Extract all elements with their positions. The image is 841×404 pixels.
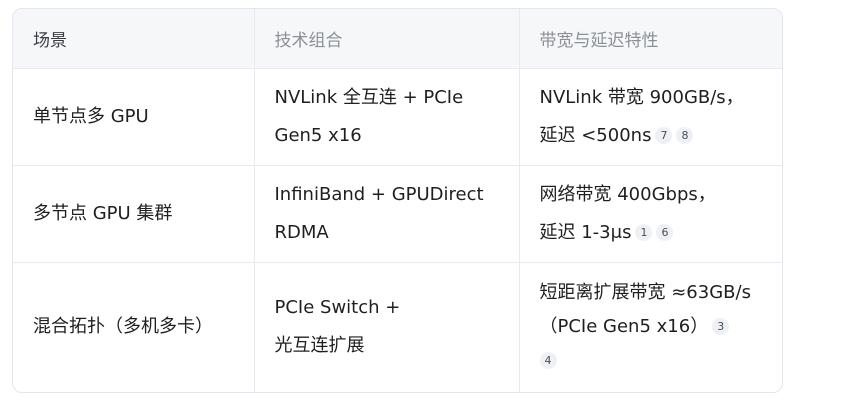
cell-scenario: 单节点多 GPU	[13, 68, 255, 166]
tech-line: PCIe Switch +	[274, 297, 401, 319]
header-row: 场景 技术组合 带宽与延迟特性	[13, 9, 782, 69]
citation-badge[interactable]: 1	[635, 223, 653, 241]
bandwidth-text: 延迟 <500ns	[539, 124, 652, 146]
header-scenario: 场景	[13, 9, 255, 69]
tech-line: 光互连扩展	[274, 335, 365, 357]
bandwidth-line: （PCIe Gen5 x16） 3	[540, 310, 765, 344]
comparison-table: 场景 技术组合 带宽与延迟特性 单节点多 GPU NVLink 全互连 + PC…	[12, 8, 783, 393]
scenario-text: 单节点多 GPU	[33, 105, 149, 127]
tech-line: NVLink 全互连 + PCIe	[274, 86, 464, 108]
scenario-text: 多节点 GPU 集群	[33, 202, 173, 224]
bandwidth-line: 网络带宽 400Gbps，	[539, 183, 716, 205]
table-header: 场景 技术组合 带宽与延迟特性	[13, 9, 782, 69]
bandwidth-text: （PCIe Gen5 x16）	[539, 316, 709, 338]
citation-badge[interactable]: 8	[676, 126, 694, 144]
cell-bandwidth: NVLink 带宽 900GB/s， 延迟 <500ns 7 8	[519, 68, 782, 166]
bandwidth-line: 延迟 <500ns 7 8	[540, 117, 765, 155]
citation-badge[interactable]: 6	[656, 223, 674, 241]
bandwidth-line: NVLink 带宽 900GB/s，	[539, 86, 744, 108]
bandwidth-text: 延迟 1-3μs	[539, 221, 632, 243]
cell-bandwidth: 短距离扩展带宽 ≈63GB/s （PCIe Gen5 x16） 3 4	[519, 262, 782, 392]
cell-tech: NVLink 全互连 + PCIe Gen5 x16	[254, 68, 520, 166]
scenario-text: 混合拓扑（多机多卡）	[33, 316, 213, 338]
citation-badge[interactable]: 4	[539, 352, 557, 370]
cell-tech: PCIe Switch + 光互连扩展	[254, 262, 520, 392]
bandwidth-line: 短距离扩展带宽 ≈63GB/s	[539, 282, 751, 304]
table-row: 单节点多 GPU NVLink 全互连 + PCIe Gen5 x16 NVLi…	[13, 68, 782, 166]
bandwidth-line: 延迟 1-3μs 1 6	[540, 214, 765, 252]
header-bandwidth: 带宽与延迟特性	[519, 9, 782, 69]
bandwidth-line: 4	[539, 344, 765, 378]
cell-scenario: 混合拓扑（多机多卡）	[13, 262, 255, 392]
table-row: 混合拓扑（多机多卡） PCIe Switch + 光互连扩展 短距离扩展带宽 ≈…	[13, 262, 782, 392]
cell-bandwidth: 网络带宽 400Gbps， 延迟 1-3μs 1 6	[519, 165, 782, 263]
table: 场景 技术组合 带宽与延迟特性 单节点多 GPU NVLink 全互连 + PC…	[13, 9, 782, 392]
cell-scenario: 多节点 GPU 集群	[13, 165, 255, 263]
header-tech: 技术组合	[254, 9, 520, 69]
tech-line: RDMA	[274, 221, 329, 243]
citation-badge[interactable]: 7	[655, 126, 673, 144]
tech-line: Gen5 x16	[274, 124, 362, 146]
tech-line: InfiniBand + GPUDirect	[274, 183, 484, 205]
table-row: 多节点 GPU 集群 InfiniBand + GPUDirect RDMA 网…	[13, 165, 782, 263]
cell-tech: InfiniBand + GPUDirect RDMA	[254, 165, 520, 263]
citation-badge[interactable]: 3	[712, 318, 730, 336]
